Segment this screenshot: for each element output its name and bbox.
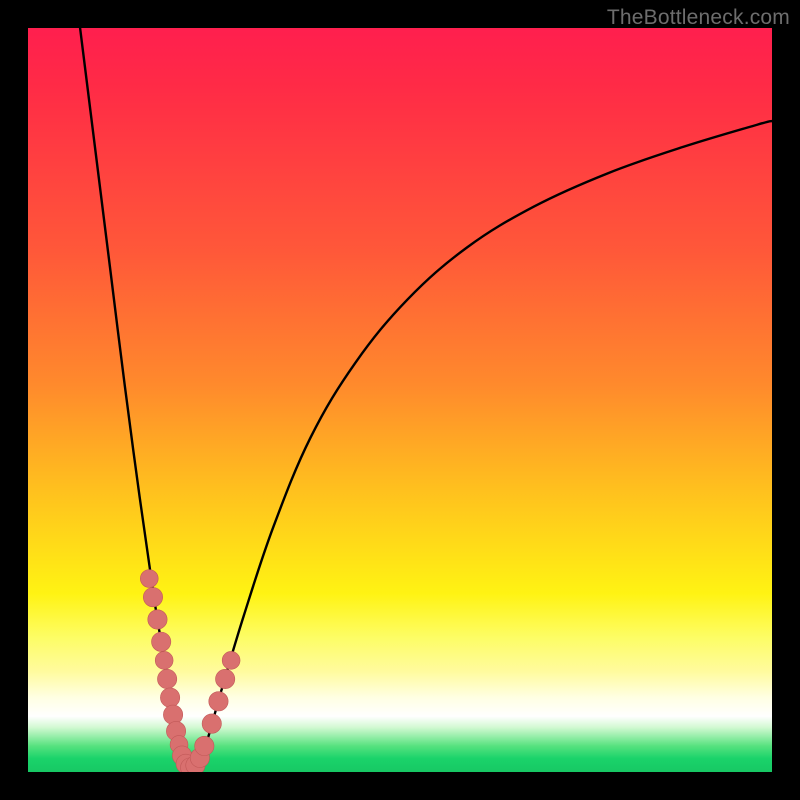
data-marker — [163, 705, 182, 724]
data-marker — [143, 587, 162, 606]
data-marker — [152, 632, 171, 651]
curve-right-branch — [195, 121, 772, 768]
data-marker — [148, 610, 167, 629]
data-marker — [209, 692, 228, 711]
data-marker — [202, 714, 221, 733]
data-marker — [160, 688, 179, 707]
chart-frame: TheBottleneck.com — [0, 0, 800, 800]
curve-lines — [80, 28, 772, 768]
watermark-text: TheBottleneck.com — [607, 6, 790, 30]
chart-svg — [28, 28, 772, 772]
data-marker — [222, 651, 240, 669]
plot-area — [28, 28, 772, 772]
data-marker — [140, 570, 158, 588]
data-marker — [195, 736, 214, 755]
data-marker — [215, 669, 234, 688]
data-markers — [140, 570, 240, 772]
data-marker — [157, 669, 176, 688]
data-marker — [155, 651, 173, 669]
